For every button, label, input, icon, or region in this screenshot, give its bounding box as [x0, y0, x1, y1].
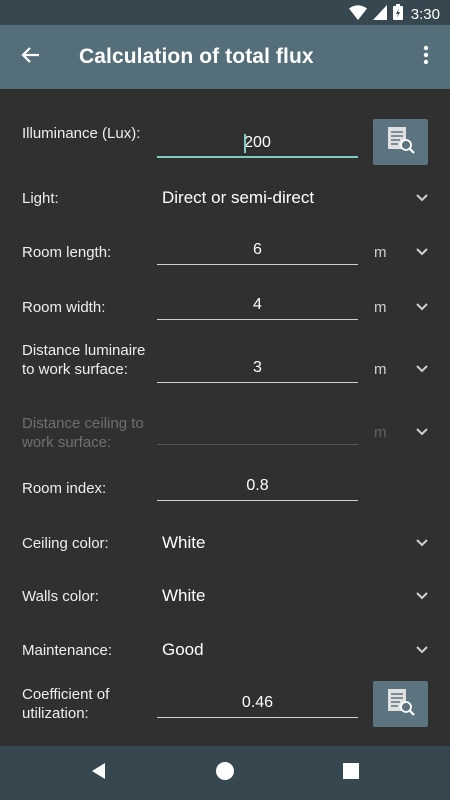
walls-color-select[interactable]: White	[162, 586, 205, 606]
arrow-left-icon	[20, 45, 40, 70]
system-nav-bar	[0, 746, 450, 800]
coefficient-input[interactable]: 0.46	[157, 688, 358, 718]
more-vert-icon	[423, 45, 429, 70]
room-width-unit[interactable]: m	[374, 299, 387, 316]
nav-recents-button[interactable]	[339, 761, 363, 785]
coefficient-label: Coefficient of utilization:	[22, 686, 110, 722]
text-cursor	[244, 134, 246, 153]
light-label: Light:	[22, 190, 59, 207]
coefficient-value: 0.46	[241, 694, 274, 711]
page-title: Calculation of total flux	[79, 45, 314, 68]
light-select[interactable]: Direct or semi-direct	[162, 188, 314, 208]
nav-back-button[interactable]	[87, 761, 111, 785]
room-width-label: Room width:	[22, 299, 106, 316]
chevron-down-icon[interactable]	[413, 587, 431, 605]
back-button[interactable]	[14, 41, 46, 73]
battery-icon	[392, 4, 403, 25]
nav-home-button[interactable]	[213, 761, 237, 785]
recents-square-icon	[342, 762, 360, 785]
room-length-unit[interactable]: m	[374, 244, 387, 261]
room-index-value: 0.8	[246, 477, 269, 494]
room-length-input[interactable]: 6	[157, 235, 358, 265]
illuminance-input[interactable]: 200	[157, 128, 358, 158]
distance-luminaire-label: Distance luminaire to work surface:	[22, 342, 146, 378]
table-search-icon	[386, 125, 416, 160]
app-bar: Calculation of total flux	[0, 25, 450, 89]
status-time: 3:30	[410, 6, 440, 23]
maintenance-label: Maintenance:	[22, 642, 113, 659]
status-bar: 3:30	[0, 0, 450, 25]
room-index-input[interactable]: 0.8	[157, 471, 358, 501]
chevron-down-icon	[413, 423, 431, 441]
illuminance-table-button[interactable]	[373, 119, 428, 165]
wifi-icon	[348, 4, 367, 25]
distance-ceiling-label: Distance ceiling to work surface:	[22, 415, 144, 451]
illuminance-label: Illuminance (Lux):	[22, 125, 141, 142]
chevron-down-icon[interactable]	[413, 534, 431, 552]
back-triangle-icon	[90, 762, 108, 785]
home-circle-icon	[215, 761, 235, 786]
form-content: Illuminance (Lux): 200 Light: Direct or …	[0, 89, 450, 746]
chevron-down-icon[interactable]	[413, 298, 431, 316]
chevron-down-icon[interactable]	[413, 189, 431, 207]
distance-luminaire-input[interactable]: 3	[157, 353, 358, 383]
room-index-label: Room index:	[22, 480, 107, 497]
room-width-input[interactable]: 4	[157, 290, 358, 320]
ceiling-color-label: Ceiling color:	[22, 535, 109, 552]
distance-ceiling-unit: m	[374, 424, 387, 441]
walls-color-label: Walls color:	[22, 588, 99, 605]
signal-icon	[372, 4, 387, 25]
ceiling-color-select[interactable]: White	[162, 533, 205, 553]
distance-ceiling-input	[157, 415, 358, 445]
chevron-down-icon[interactable]	[413, 641, 431, 659]
chevron-down-icon[interactable]	[413, 360, 431, 378]
maintenance-select[interactable]: Good	[162, 640, 204, 660]
distance-luminaire-value: 3	[253, 359, 262, 376]
status-icons: 3:30	[348, 4, 440, 25]
overflow-menu-button[interactable]	[414, 42, 438, 72]
distance-luminaire-unit[interactable]: m	[374, 361, 387, 378]
illuminance-value: 200	[244, 134, 271, 151]
room-length-label: Room length:	[22, 244, 112, 261]
room-width-value: 4	[253, 296, 262, 313]
room-length-value: 6	[253, 241, 262, 258]
chevron-down-icon[interactable]	[413, 243, 431, 261]
coefficient-table-button[interactable]	[373, 681, 428, 727]
table-search-icon	[386, 687, 416, 722]
